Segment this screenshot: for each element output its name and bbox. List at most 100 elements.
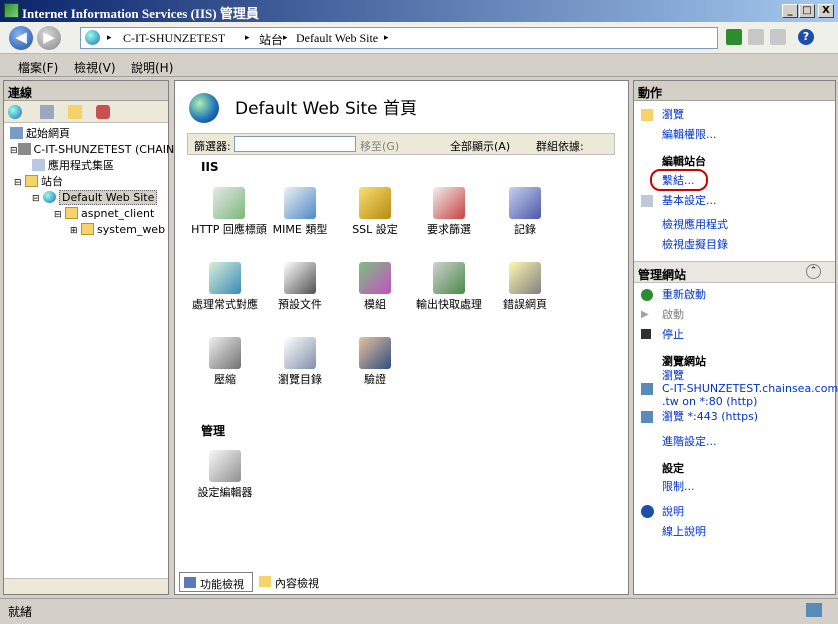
minimize-button[interactable]: _: [782, 4, 798, 18]
tree-system-web[interactable]: ⊞ system_web: [70, 223, 165, 238]
action-stop[interactable]: 停止: [662, 328, 684, 342]
handler-icon: [209, 262, 241, 294]
menu-help[interactable]: 說明(H): [131, 59, 173, 76]
action-basic-settings[interactable]: 基本設定...: [662, 194, 717, 208]
log-icon: [509, 187, 541, 219]
folder-icon: [25, 175, 39, 187]
breadcrumb-sep: ▸: [245, 33, 250, 43]
filter-input[interactable]: [234, 136, 356, 152]
config-editor-icon: [209, 450, 241, 482]
section-management: 管理: [201, 424, 226, 438]
browse-http-icon: [641, 383, 653, 395]
breadcrumb-sep: ▸: [283, 33, 288, 43]
tree-server[interactable]: ⊟ C-IT-SHUNZETEST (CHAIN: [10, 143, 174, 158]
close-button[interactable]: X: [818, 4, 834, 18]
feature-error-pages[interactable]: 錯誤網頁: [485, 262, 565, 311]
address-bar[interactable]: ▸ C-IT-SHUNZETEST ▸ 站台 ▸ Default Web Sit…: [80, 27, 718, 49]
feature-logging[interactable]: 記錄: [485, 187, 565, 236]
tree-start-page[interactable]: 起始網頁: [10, 127, 70, 141]
authentication-icon: [359, 337, 391, 369]
horizontal-scrollbar[interactable]: [4, 578, 168, 594]
action-limits[interactable]: 限制...: [662, 480, 695, 494]
action-browse-http-1[interactable]: 瀏覽: [662, 369, 684, 383]
menu-view[interactable]: 檢視(V): [74, 59, 116, 76]
action-restart[interactable]: 重新啟動: [662, 288, 706, 302]
modules-icon: [359, 262, 391, 294]
forward-button[interactable]: ▶: [37, 26, 61, 50]
action-view-applications[interactable]: 檢視應用程式: [662, 218, 728, 232]
feature-ssl-settings[interactable]: SSL 設定: [335, 187, 415, 236]
folder-icon: [81, 223, 95, 235]
feature-request-filtering[interactable]: 要求篩選: [409, 187, 489, 236]
action-browse-https[interactable]: 瀏覽 *:443 (https): [662, 410, 758, 424]
action-help[interactable]: 說明: [662, 505, 684, 519]
browse-site-header: 瀏覽網站: [662, 355, 706, 368]
restart-icon: [641, 289, 653, 301]
connect-icon[interactable]: [8, 105, 22, 119]
error-404-icon: [509, 262, 541, 294]
globe-icon: [85, 30, 100, 45]
feature-configuration-editor[interactable]: 設定編輯器: [185, 450, 265, 499]
feature-output-caching[interactable]: 輸出快取處理: [409, 262, 489, 311]
action-browse[interactable]: 瀏覽: [662, 108, 684, 122]
action-advanced-settings[interactable]: 進階設定...: [662, 435, 717, 449]
status-text: 就緒: [8, 605, 33, 619]
maximize-button[interactable]: □: [799, 4, 815, 18]
menu-bar: 檔案(F) 檢視(V) 說明(H): [0, 55, 838, 77]
tab-features-view[interactable]: 功能檢視: [179, 572, 253, 592]
folder-icon: [65, 207, 79, 219]
section-iis: IIS: [201, 160, 219, 174]
action-start[interactable]: 啟動: [662, 308, 684, 322]
breadcrumb-sep: ▸: [107, 33, 112, 43]
connections-panel: 連線 起始網頁 ⊟ C-IT-SHUNZETEST (CHAIN 應用程式集區 ⊟…: [3, 80, 174, 595]
tree-sites[interactable]: ⊟ 站台: [14, 175, 63, 190]
action-bindings[interactable]: 繫結...: [662, 174, 695, 188]
breadcrumb-site[interactable]: Default Web Site: [296, 31, 378, 46]
start-icon: ▶: [641, 309, 649, 320]
feature-http-response-headers[interactable]: HTTP 回應標頭: [189, 187, 269, 236]
stop-icon: [641, 329, 651, 339]
up-folder-icon[interactable]: [68, 105, 82, 119]
network-icon: [806, 603, 822, 617]
action-edit-permissions[interactable]: 編輯權限...: [662, 128, 717, 142]
tab-content-view[interactable]: 內容檢視: [255, 572, 329, 592]
action-view-virtual-directories[interactable]: 檢視虛擬目錄: [662, 238, 728, 252]
action-online-help[interactable]: 線上說明: [662, 525, 706, 539]
view-tabs: 功能檢視 內容檢視: [175, 572, 629, 594]
breadcrumb-sites[interactable]: 站台: [259, 31, 283, 48]
home-icon[interactable]: [770, 29, 786, 45]
action-browse-http-2[interactable]: C-IT-SHUNZETEST.chainsea.com: [662, 382, 838, 396]
connections-toolbar: [4, 101, 168, 123]
show-all-button[interactable]: 全部顯示(A): [450, 138, 510, 154]
save-icon[interactable]: [40, 105, 54, 119]
feature-mime-types[interactable]: MIME 類型: [260, 187, 340, 236]
window-title: Internet Information Services (IIS) 管理員: [22, 6, 259, 21]
refresh-icon[interactable]: [726, 29, 742, 45]
feature-modules[interactable]: 模組: [335, 262, 415, 311]
feature-handler-mappings[interactable]: 處理常式對應: [185, 262, 265, 311]
collapse-icon[interactable]: ⌃: [806, 264, 821, 279]
tree-default-web-site[interactable]: ⊟ Default Web Site: [32, 190, 158, 206]
features-view-icon: [184, 577, 196, 588]
feature-directory-browsing[interactable]: 瀏覽目錄: [260, 337, 340, 386]
stop-icon[interactable]: [748, 29, 764, 45]
tree-aspnet-client[interactable]: ⊟ aspnet_client: [54, 207, 154, 222]
directory-icon: [284, 337, 316, 369]
feature-authentication[interactable]: 驗證: [335, 337, 415, 386]
go-button[interactable]: 移至(G): [360, 138, 399, 154]
compression-icon: [209, 337, 241, 369]
action-browse-http-3[interactable]: .tw on *:80 (http): [662, 395, 757, 409]
tree-app-pools[interactable]: 應用程式集區: [32, 159, 114, 173]
help-icon[interactable]: ?: [798, 29, 814, 45]
menu-file[interactable]: 檔案(F): [18, 59, 58, 76]
document-icon: [284, 262, 316, 294]
group-by-label[interactable]: 群組依據:: [536, 138, 584, 154]
server-icon: [17, 143, 31, 155]
back-button[interactable]: ◀: [9, 26, 33, 50]
feature-compression[interactable]: 壓縮: [185, 337, 265, 386]
status-bar: 就緒: [0, 598, 838, 624]
feature-default-document[interactable]: 預設文件: [260, 262, 340, 311]
help-icon: [641, 505, 654, 518]
breadcrumb-server[interactable]: C-IT-SHUNZETEST: [123, 31, 225, 46]
disconnect-icon[interactable]: [96, 105, 110, 119]
